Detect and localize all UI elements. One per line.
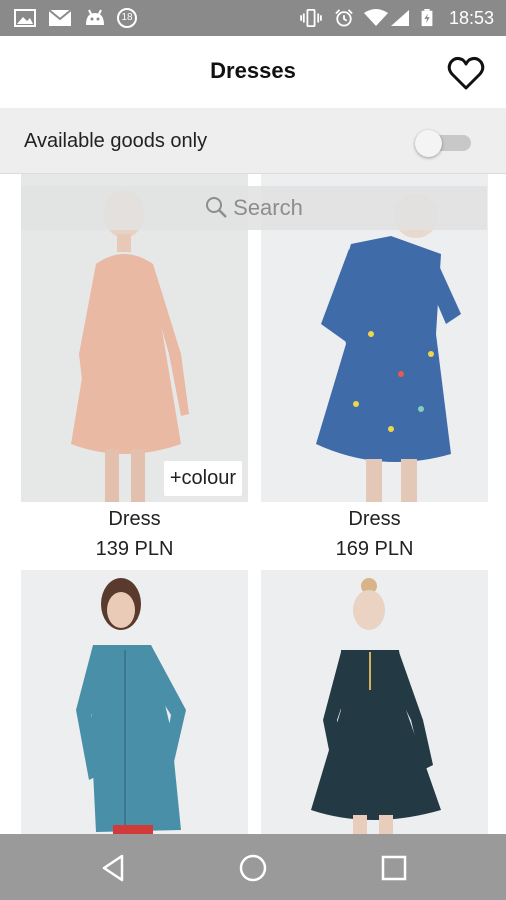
search-bar[interactable]: Search <box>21 186 487 230</box>
back-button[interactable] <box>98 852 130 884</box>
product-card[interactable]: +colour Dress 139 PLN <box>21 174 248 566</box>
mail-icon <box>48 9 72 26</box>
signal-icon <box>391 10 409 26</box>
colour-button[interactable]: +colour <box>163 461 242 496</box>
image-icon <box>14 9 36 27</box>
dress-figure <box>21 570 248 834</box>
android-icon <box>86 9 104 25</box>
favorites-button[interactable] <box>446 54 486 94</box>
product-card[interactable] <box>21 570 248 834</box>
search-field[interactable]: Search <box>21 195 487 221</box>
product-price: 139 PLN <box>95 538 174 560</box>
search-icon <box>206 197 228 218</box>
product-image[interactable] <box>261 570 488 834</box>
heart-icon <box>447 56 485 90</box>
toolbar: Dresses <box>0 36 506 108</box>
available-goods-label: Available goods only <box>24 130 208 152</box>
filter-bar: Available goods only <box>0 108 506 174</box>
home-button[interactable] <box>237 852 269 884</box>
toggle-thumb <box>415 130 442 157</box>
navigation-bar <box>0 834 506 900</box>
product-price: 169 PLN <box>335 538 414 560</box>
page-title: Dresses <box>210 58 296 83</box>
back-icon <box>102 854 124 882</box>
vibrate-icon <box>300 9 322 27</box>
dress-figure <box>261 570 488 834</box>
product-name: Dress <box>108 508 161 530</box>
alarm-icon <box>335 9 353 27</box>
status-time: 18:53 <box>448 8 494 28</box>
home-icon <box>239 854 267 882</box>
product-card[interactable] <box>261 570 488 834</box>
product-name: Dress <box>348 508 401 530</box>
notification-count-badge: 18 <box>117 8 137 28</box>
recents-icon <box>381 855 407 881</box>
product-card[interactable]: Dress 169 PLN <box>261 174 488 566</box>
product-grid: +colour Dress 139 PLN Dress 169 PLN <box>0 174 506 834</box>
product-image[interactable] <box>21 570 248 834</box>
app-screen: 18 18:53 Dresses Available goods only +c… <box>0 0 506 900</box>
wifi-icon <box>364 9 388 26</box>
available-goods-toggle[interactable] <box>415 130 473 157</box>
status-bar: 18 18:53 <box>0 0 506 36</box>
search-placeholder: Search <box>233 195 303 220</box>
recents-button[interactable] <box>378 852 410 884</box>
battery-icon <box>421 9 433 27</box>
